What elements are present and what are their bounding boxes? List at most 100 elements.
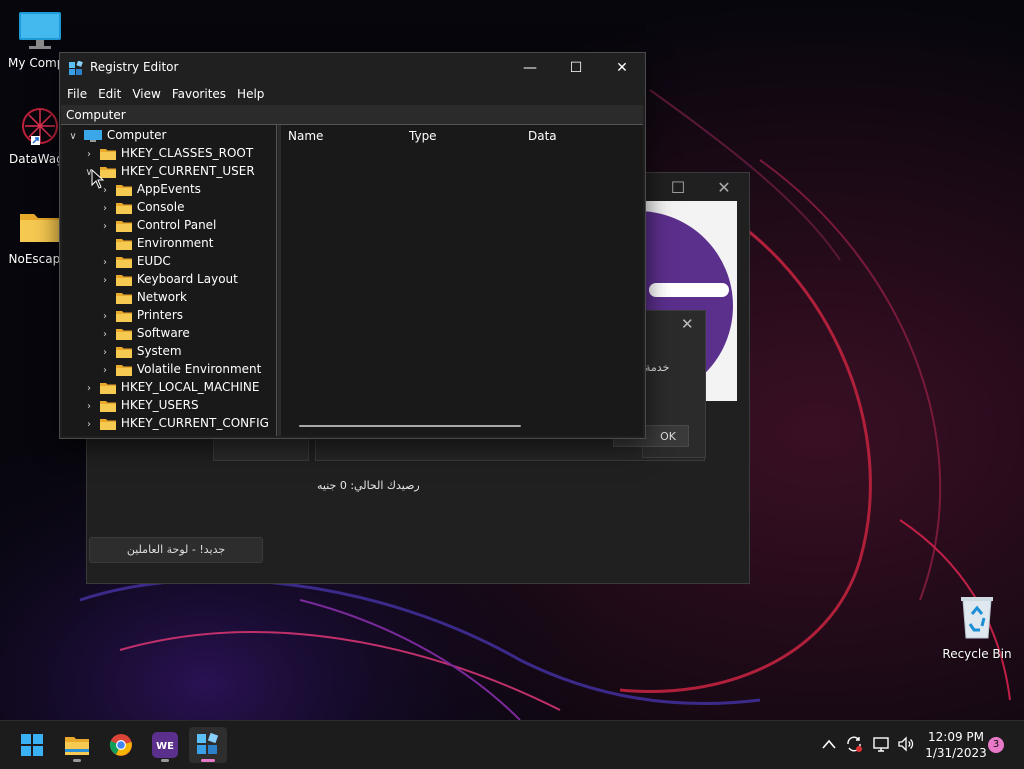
- tree-node-label: EUDC: [136, 254, 171, 268]
- folder-icon: [99, 147, 116, 160]
- tree-node-control-panel[interactable]: › Control Panel: [98, 216, 216, 234]
- sync-icon[interactable]: [845, 735, 863, 753]
- datawagon-icon: [17, 106, 63, 148]
- tree-node-label: Computer: [106, 128, 167, 142]
- tree-node-keyboard-layout[interactable]: › Keyboard Layout: [98, 270, 238, 288]
- folder-icon: [115, 345, 132, 358]
- file-explorer-icon: [65, 737, 89, 755]
- maximize-button[interactable]: ☐: [553, 53, 599, 83]
- folder-icon: [115, 219, 132, 232]
- folder-icon: [115, 309, 132, 322]
- regedit-icon: [68, 60, 84, 77]
- folder-icon: [17, 206, 63, 248]
- tree-node-hklm[interactable]: › HKEY_LOCAL_MACHINE: [82, 378, 259, 396]
- column-header-name[interactable]: Name: [288, 129, 323, 143]
- staff-panel-button[interactable]: جديد! - لوحة العاملين: [89, 537, 263, 563]
- taskbar-running-indicator: [161, 759, 169, 762]
- minimize-button[interactable]: —: [507, 53, 553, 83]
- menu-file[interactable]: File: [60, 83, 87, 101]
- tree-node-label: AppEvents: [136, 182, 201, 196]
- key-tree-pane[interactable]: ∨ Computer › HKEY_CLASSES_ROOT ∨ HKEY_CU…: [62, 125, 277, 436]
- close-button[interactable]: ✕: [709, 177, 739, 199]
- folder-icon: [115, 291, 132, 304]
- taskbar-registry-editor[interactable]: [189, 727, 227, 763]
- network-icon[interactable]: [872, 735, 890, 753]
- taskbar: WE 12:09 PM 1/31/2023 3: [0, 720, 1024, 769]
- start-icon: [21, 734, 43, 756]
- tree-node-label: Network: [136, 290, 187, 304]
- tree-node-environment[interactable]: Environment: [98, 234, 213, 252]
- tree-node-label: Printers: [136, 308, 183, 322]
- tree-node-computer[interactable]: ∨ Computer: [66, 126, 166, 144]
- tree-node-label: System: [136, 344, 182, 358]
- taskbar-running-indicator: [73, 759, 81, 762]
- tree-node-network[interactable]: Network: [98, 288, 187, 306]
- folder-icon: [115, 273, 132, 286]
- folder-icon: [115, 327, 132, 340]
- folder-icon: [115, 183, 132, 196]
- folder-icon: [99, 417, 116, 430]
- chevron-right-icon[interactable]: ›: [82, 416, 96, 434]
- tree-node-label: Environment: [136, 236, 214, 250]
- taskbar-we-app[interactable]: WE: [146, 727, 184, 763]
- menu-bar: File Edit View Favorites Help: [60, 83, 645, 105]
- tree-node-label: Control Panel: [136, 218, 217, 232]
- tree-node-hkcr[interactable]: › HKEY_CLASSES_ROOT: [82, 144, 253, 162]
- taskbar-file-explorer[interactable]: [58, 727, 96, 763]
- values-pane[interactable]: Name Type Data: [281, 125, 643, 436]
- close-button[interactable]: ✕: [681, 315, 694, 333]
- address-bar[interactable]: Computer: [61, 105, 643, 125]
- tree-node-label: HKEY_CURRENT_CONFIG: [120, 416, 269, 430]
- clock-date: 1/31/2023: [925, 746, 987, 760]
- tree-node-hkcu[interactable]: ∨ HKEY_CURRENT_USER: [82, 162, 254, 180]
- balance-text: رصيدك الحالي: 0 جنيه: [317, 479, 420, 492]
- tree-node-eudc[interactable]: › EUDC: [98, 252, 171, 270]
- folder-icon: [99, 381, 116, 394]
- desktop-icon-label: Recycle Bin: [942, 647, 1012, 661]
- monitor-icon: [17, 10, 63, 52]
- window-title: Registry Editor: [90, 60, 179, 74]
- taskbar-active-indicator: [201, 759, 215, 762]
- tree-node-appevents[interactable]: › AppEvents: [98, 180, 201, 198]
- tree-node-hkcc[interactable]: › HKEY_CURRENT_CONFIG: [82, 414, 269, 432]
- menu-help[interactable]: Help: [230, 83, 264, 101]
- tree-node-label: Keyboard Layout: [136, 272, 238, 286]
- close-button[interactable]: ✕: [599, 53, 645, 83]
- notification-badge[interactable]: 3: [988, 737, 1004, 753]
- chevron-down-icon[interactable]: ∨: [66, 128, 80, 146]
- mouse-cursor-icon: [91, 169, 105, 189]
- folder-icon: [115, 363, 132, 376]
- horizontal-scrollbar[interactable]: [299, 425, 521, 427]
- column-header-data[interactable]: Data: [528, 129, 557, 143]
- registry-editor-window[interactable]: Registry Editor — ☐ ✕ File Edit View Favori…: [59, 52, 646, 439]
- tree-node-system[interactable]: › System: [98, 342, 182, 360]
- start-button[interactable]: [13, 727, 51, 763]
- system-clock[interactable]: 12:09 PM 1/31/2023: [920, 729, 992, 761]
- menu-favorites[interactable]: Favorites: [165, 83, 226, 101]
- clock-time: 12:09 PM: [928, 730, 984, 744]
- folder-icon: [99, 399, 116, 412]
- menu-edit[interactable]: Edit: [91, 83, 121, 101]
- tree-node-label: HKEY_USERS: [120, 398, 199, 412]
- tree-node-software[interactable]: › Software: [98, 324, 190, 342]
- menu-view[interactable]: View: [125, 83, 160, 101]
- column-header-type[interactable]: Type: [409, 129, 437, 143]
- desktop-icon-recycle-bin[interactable]: Recycle Bin: [942, 594, 1012, 661]
- tree-node-hku[interactable]: › HKEY_USERS: [82, 396, 199, 414]
- tree-node-label: HKEY_LOCAL_MACHINE: [120, 380, 260, 394]
- dialog-message: خدمة: [645, 361, 670, 374]
- folder-icon: [115, 255, 132, 268]
- folder-icon: [115, 237, 132, 250]
- maximize-button[interactable]: ☐: [663, 177, 693, 199]
- volume-icon[interactable]: [897, 735, 915, 753]
- tree-node-console[interactable]: › Console: [98, 198, 184, 216]
- svg-text:WE: WE: [156, 741, 174, 752]
- title-bar[interactable]: Registry Editor — ☐ ✕: [60, 53, 645, 83]
- recycle-bin-icon: [961, 597, 993, 639]
- tree-node-volatile-environment[interactable]: › Volatile Environment: [98, 360, 261, 378]
- chevron-up-icon[interactable]: [822, 739, 836, 749]
- chrome-icon: [109, 734, 132, 756]
- message-dialog[interactable]: ✕ خدمة OK: [613, 310, 706, 458]
- tree-node-printers[interactable]: › Printers: [98, 306, 183, 324]
- taskbar-chrome[interactable]: [102, 727, 140, 763]
